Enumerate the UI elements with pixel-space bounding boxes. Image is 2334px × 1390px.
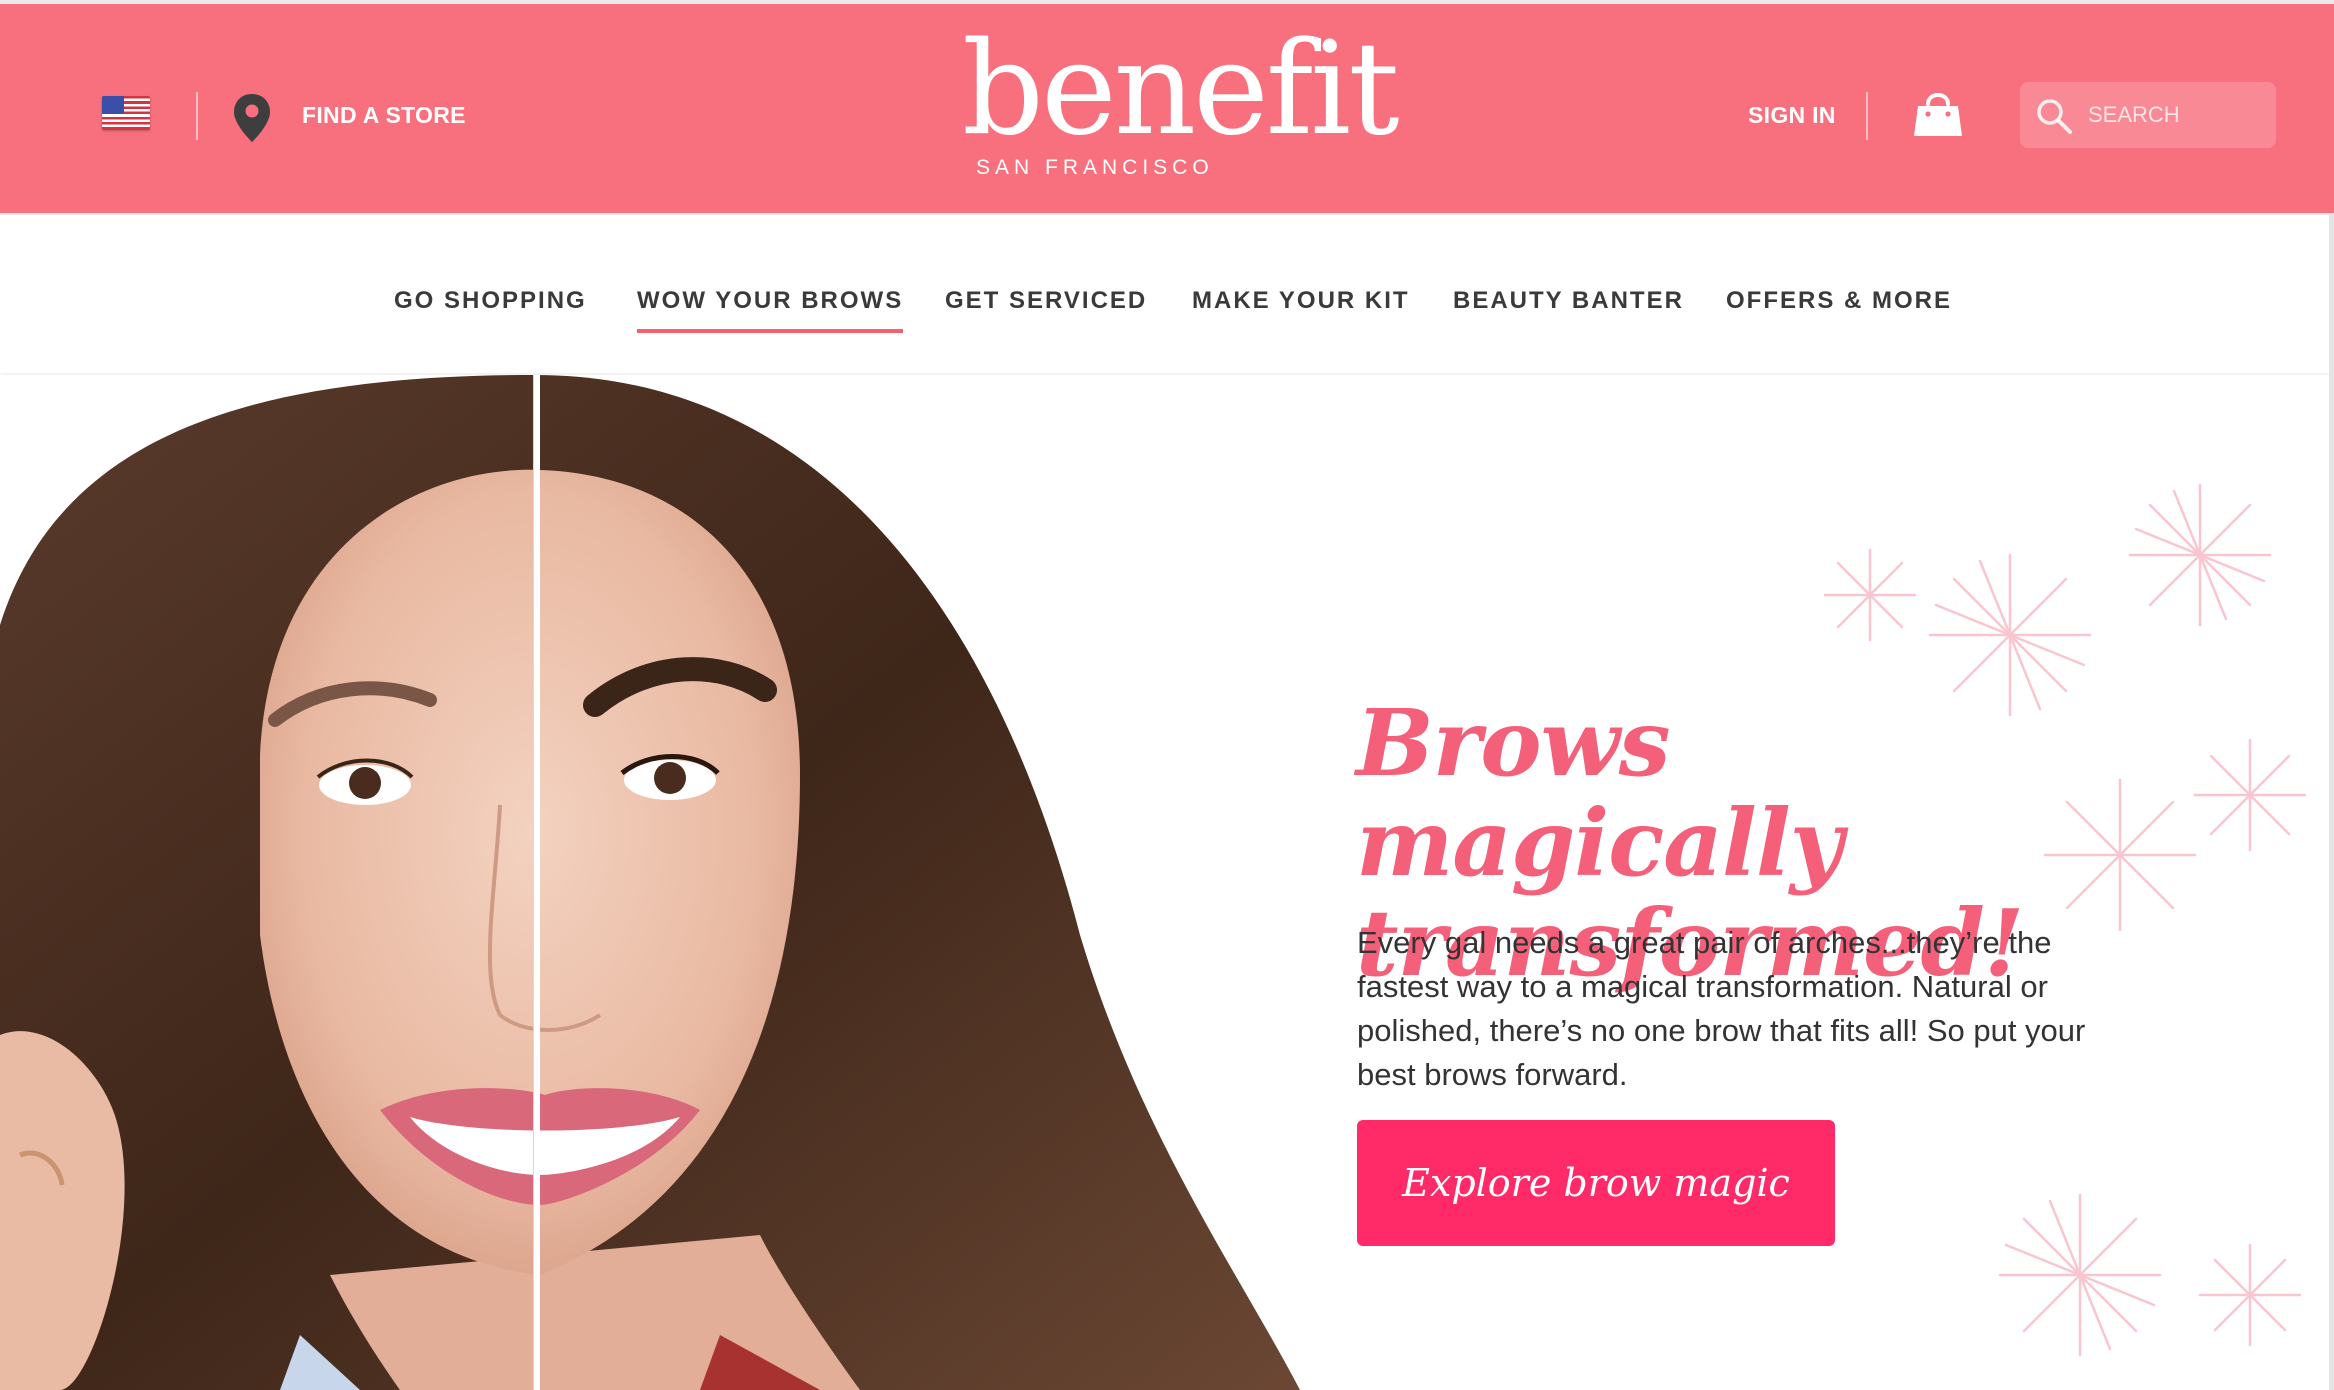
search-box[interactable] [2020, 82, 2276, 148]
scrollbar-track[interactable] [2329, 213, 2334, 1390]
nav-wow-your-brows[interactable]: WOW YOUR BROWS [637, 287, 904, 333]
hero-banner: Brows magically transformed! Every gal n… [0, 375, 2329, 1390]
hero-body-text: Every gal needs a great pair of arches..… [1357, 925, 2086, 1092]
search-input[interactable] [2088, 94, 2264, 136]
nav-offers-more[interactable]: OFFERS & MORE [1726, 287, 1952, 315]
benefit-logo[interactable]: benefit SAN FRANCISCO [962, 15, 1400, 186]
header-divider-right [1866, 92, 1868, 140]
nav-make-your-kit[interactable]: MAKE YOUR KIT [1192, 287, 1410, 315]
location-pin-icon[interactable] [232, 92, 272, 144]
logo-wordmark: benefit [962, 15, 1400, 164]
headline-line-1: Brows magically [1356, 689, 1843, 897]
search-icon[interactable] [2034, 96, 2074, 136]
top-header: FIND A STORE benefit SAN FRANCISCO SIGN … [0, 0, 2334, 213]
logo-subtitle: SAN FRANCISCO [976, 156, 1214, 179]
before-after-portrait-image [0, 375, 1300, 1390]
shopping-bag-icon[interactable] [1912, 84, 1964, 140]
us-flag-icon[interactable] [102, 96, 150, 130]
header-divider [196, 92, 198, 140]
nav-beauty-banter[interactable]: BEAUTY BANTER [1453, 287, 1684, 315]
nav-go-shopping[interactable]: GO SHOPPING [394, 287, 587, 315]
main-nav: GO SHOPPING WOW YOUR BROWS GET SERVICED … [0, 213, 2334, 373]
nav-get-serviced[interactable]: GET SERVICED [945, 287, 1147, 315]
explore-brow-magic-button[interactable]: Explore brow magic [1357, 1120, 1835, 1246]
find-a-store-link[interactable]: FIND A STORE [302, 102, 466, 129]
sign-in-link[interactable]: SIGN IN [1748, 102, 1836, 129]
